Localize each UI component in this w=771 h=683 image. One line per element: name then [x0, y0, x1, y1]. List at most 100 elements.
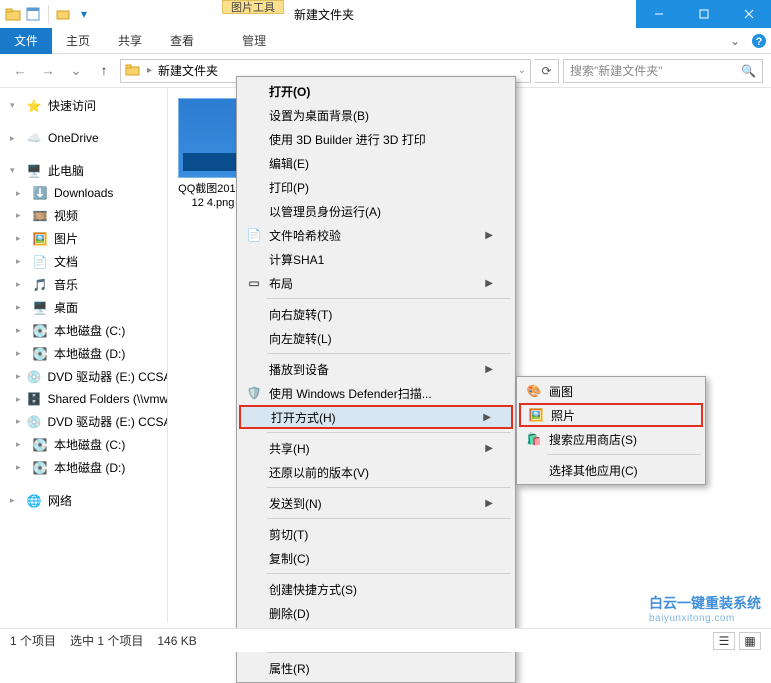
ctx-share[interactable]: 共享(H)▶	[239, 436, 513, 460]
window-title: 新建文件夹	[294, 6, 354, 23]
title-bar: ▾ 图片工具 新建文件夹	[0, 0, 771, 28]
refresh-button[interactable]: ⟳	[535, 59, 559, 83]
chevron-right-icon: ▶	[485, 498, 493, 509]
star-icon: ⭐	[26, 98, 42, 114]
sidebar-desktop[interactable]: ▸🖥️桌面	[0, 296, 167, 319]
up-button[interactable]: ↑	[92, 59, 116, 83]
ctx-3d-builder[interactable]: 使用 3D Builder 进行 3D 打印	[239, 127, 513, 151]
document-icon: 📄	[245, 226, 263, 244]
ctx-send-to[interactable]: 发送到(N)▶	[239, 491, 513, 515]
separator	[267, 432, 511, 433]
ctx-print[interactable]: 打印(P)	[239, 175, 513, 199]
view-thumbnails-button[interactable]: ▦	[739, 632, 761, 650]
search-placeholder: 搜索"新建文件夹"	[570, 62, 663, 79]
ctx-shortcut[interactable]: 创建快捷方式(S)	[239, 577, 513, 601]
separator	[48, 5, 49, 23]
file-tab[interactable]: 文件	[0, 28, 52, 54]
minimize-button[interactable]	[636, 0, 681, 28]
photos-icon: 🖼️	[527, 406, 545, 424]
chevron-right-icon[interactable]: ▸	[147, 65, 152, 76]
close-button[interactable]	[726, 0, 771, 28]
ctx-set-bg[interactable]: 设置为桌面背景(B)	[239, 103, 513, 127]
tab-view[interactable]: 查看	[156, 28, 208, 54]
separator	[267, 353, 511, 354]
layout-icon: ▭	[245, 274, 263, 292]
ctx-edit[interactable]: 编辑(E)	[239, 151, 513, 175]
sidebar-dvd-e2[interactable]: ▸💿DVD 驱动器 (E:) CCSA_X64FRE_ZH-CN_DV5	[0, 410, 167, 433]
video-icon: 🎞️	[32, 208, 48, 224]
back-button[interactable]: ←	[8, 59, 32, 83]
sidebar-onedrive[interactable]: ▸☁️OneDrive	[0, 127, 167, 149]
sidebar-drive-d2[interactable]: ▸💽本地磁盘 (D:)	[0, 456, 167, 479]
shield-icon: 🛡️	[245, 384, 263, 402]
chevron-right-icon: ▶	[485, 364, 493, 375]
ctx-sha1[interactable]: 计算SHA1	[239, 247, 513, 271]
maximize-button[interactable]	[681, 0, 726, 28]
sidebar-network[interactable]: ▸🌐网络	[0, 489, 167, 512]
sidebar-pictures[interactable]: ▸🖼️图片	[0, 227, 167, 250]
separator	[547, 454, 701, 455]
status-selection: 选中 1 个项目	[70, 632, 143, 649]
ctx-layout[interactable]: ▭布局▶	[239, 271, 513, 295]
ctx-delete[interactable]: 删除(D)	[239, 601, 513, 625]
properties-icon[interactable]	[24, 5, 42, 23]
ribbon: 文件 主页 共享 查看 管理 ⌄ ?	[0, 28, 771, 54]
breadcrumb[interactable]: 新建文件夹	[158, 62, 218, 79]
ctx-restore[interactable]: 还原以前的版本(V)	[239, 460, 513, 484]
drive-icon: 💽	[32, 460, 48, 476]
ctx-rotate-left[interactable]: 向左旋转(L)	[239, 326, 513, 350]
view-details-button[interactable]: ☰	[713, 632, 735, 650]
ctx-cast[interactable]: 播放到设备▶	[239, 357, 513, 381]
ctx-open-with[interactable]: 打开方式(H)▶	[239, 405, 513, 429]
tab-home[interactable]: 主页	[52, 28, 104, 54]
ribbon-collapse-icon[interactable]: ⌄	[723, 34, 747, 48]
ctx-rotate-right[interactable]: 向右旋转(T)	[239, 302, 513, 326]
document-icon: 📄	[32, 254, 48, 270]
ctx-cut[interactable]: 剪切(T)	[239, 522, 513, 546]
sidebar-shared[interactable]: ▸🗄️Shared Folders (\\vmware-host)	[0, 388, 167, 410]
ctx-copy[interactable]: 复制(C)	[239, 546, 513, 570]
sidebar-music[interactable]: ▸🎵音乐	[0, 273, 167, 296]
address-dropdown-icon[interactable]: ⌄	[518, 65, 526, 76]
ctx-hash[interactable]: 📄文件哈希校验▶	[239, 223, 513, 247]
folder-icon	[125, 63, 141, 79]
openwith-submenu: 🎨画图 🖼️照片 🛍️搜索应用商店(S) 选择其他应用(C)	[516, 376, 706, 485]
new-folder-icon[interactable]	[55, 5, 73, 23]
search-icon[interactable]: 🔍	[741, 64, 756, 78]
ctx-runas-admin[interactable]: 以管理员身份运行(A)	[239, 199, 513, 223]
ctx-open[interactable]: 打开(O)	[239, 79, 513, 103]
sidebar-dvd-e[interactable]: ▸💿DVD 驱动器 (E:) CCSA_X64FRE_ZH-CN_DV5	[0, 365, 167, 388]
sidebar-quick-access[interactable]: ▾⭐快速访问	[0, 94, 167, 117]
tab-share[interactable]: 共享	[104, 28, 156, 54]
recent-dropdown[interactable]: ⌄	[64, 59, 88, 83]
sub-choose-app[interactable]: 选择其他应用(C)	[519, 458, 703, 482]
sub-paint[interactable]: 🎨画图	[519, 379, 703, 403]
ctx-properties[interactable]: 属性(R)	[239, 656, 513, 680]
download-icon: ⬇️	[32, 185, 48, 201]
chevron-right-icon: ▶	[485, 443, 493, 454]
status-item-count: 1 个项目	[10, 632, 56, 649]
help-icon[interactable]: ?	[747, 29, 771, 53]
chevron-down-icon[interactable]: ▾	[75, 5, 93, 23]
separator	[267, 487, 511, 488]
sidebar-drive-c2[interactable]: ▸💽本地磁盘 (C:)	[0, 433, 167, 456]
sub-store[interactable]: 🛍️搜索应用商店(S)	[519, 427, 703, 451]
sidebar-drive-d[interactable]: ▸💽本地磁盘 (D:)	[0, 342, 167, 365]
drive-icon: 💽	[32, 346, 48, 362]
sidebar-documents[interactable]: ▸📄文档	[0, 250, 167, 273]
drive-icon: 💽	[32, 437, 48, 453]
sidebar-drive-c[interactable]: ▸💽本地磁盘 (C:)	[0, 319, 167, 342]
music-icon: 🎵	[32, 277, 48, 293]
contextual-tab-label: 图片工具	[222, 0, 284, 14]
sidebar-downloads[interactable]: ▸⬇️Downloads	[0, 182, 167, 204]
forward-button: →	[36, 59, 60, 83]
search-input[interactable]: 搜索"新建文件夹" 🔍	[563, 59, 763, 83]
ctx-defender[interactable]: 🛡️使用 Windows Defender扫描...	[239, 381, 513, 405]
folder-icon	[4, 5, 22, 23]
tab-manage[interactable]: 管理	[228, 28, 280, 54]
sub-photos[interactable]: 🖼️照片	[519, 403, 703, 427]
sidebar-this-pc[interactable]: ▾🖥️此电脑	[0, 159, 167, 182]
chevron-right-icon: ▶	[485, 230, 493, 241]
navigation-pane: ▾⭐快速访问 ▸☁️OneDrive ▾🖥️此电脑 ▸⬇️Downloads ▸…	[0, 88, 168, 623]
sidebar-videos[interactable]: ▸🎞️视频	[0, 204, 167, 227]
